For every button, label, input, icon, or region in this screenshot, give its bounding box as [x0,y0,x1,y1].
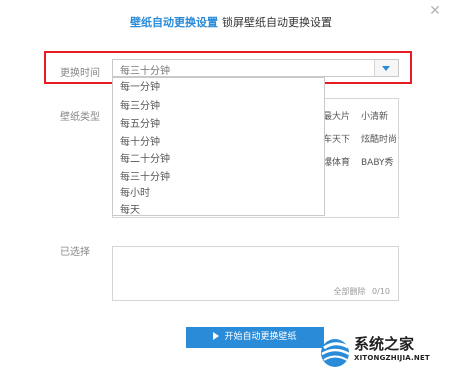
change-time-dropdown: 每一分钟 每三分钟 每五分钟 每十分钟 每二十分钟 每三十分钟 每小时 每天 [112,77,325,216]
watermark-url: XITONGZHIJIA.NET [354,354,430,362]
watermark-text: 系统之家 [354,335,415,353]
chevron-down-icon[interactable] [374,60,398,76]
category-item[interactable]: 炫酷时尚 [361,132,397,145]
category-item[interactable]: 车天下 [323,132,350,145]
play-icon [213,332,220,340]
change-time-label: 更换时间 [60,68,100,79]
dropdown-option[interactable]: 每小时 [120,187,150,201]
selected-footer: 全部删除 0/10 [333,286,390,297]
watermark: 系统之家 XITONGZHIJIA.NET [318,330,442,376]
start-auto-change-button[interactable]: 开始自动更换壁纸 [186,327,324,348]
tab-lockscreen-auto-change[interactable]: 锁屏壁纸自动更换设置 [222,14,332,30]
dropdown-option[interactable]: 每十分钟 [120,136,160,150]
wallpaper-type-label: 壁纸类型 [60,112,100,123]
dropdown-option[interactable]: 每五分钟 [120,118,160,132]
start-button-label: 开始自动更换壁纸 [224,332,297,342]
dropdown-option[interactable]: 每一分钟 [120,81,160,95]
watermark-logo-icon [321,339,350,367]
clear-all-link[interactable]: 全部删除 [333,287,365,296]
dropdown-option[interactable]: 每三分钟 [120,100,160,114]
selected-panel: 全部删除 0/10 [112,246,399,301]
dropdown-option[interactable]: 每二十分钟 [120,153,170,167]
category-item[interactable]: 小清新 [361,109,388,122]
change-time-value: 每三十分钟 [120,66,170,77]
tab-wallpaper-auto-change[interactable]: 壁纸自动更换设置 [130,14,218,30]
category-item[interactable]: 最大片 [323,109,350,122]
selected-label: 已选择 [60,247,90,258]
selected-count: 0/10 [372,287,390,296]
close-icon[interactable]: ✕ [428,4,442,18]
category-item[interactable]: BABY秀 [361,155,394,168]
dropdown-option[interactable]: 每天 [120,204,140,215]
category-item[interactable]: 爆体育 [323,155,350,168]
dropdown-option[interactable]: 每三十分钟 [120,171,170,185]
change-time-select[interactable]: 每三十分钟 [112,59,399,77]
